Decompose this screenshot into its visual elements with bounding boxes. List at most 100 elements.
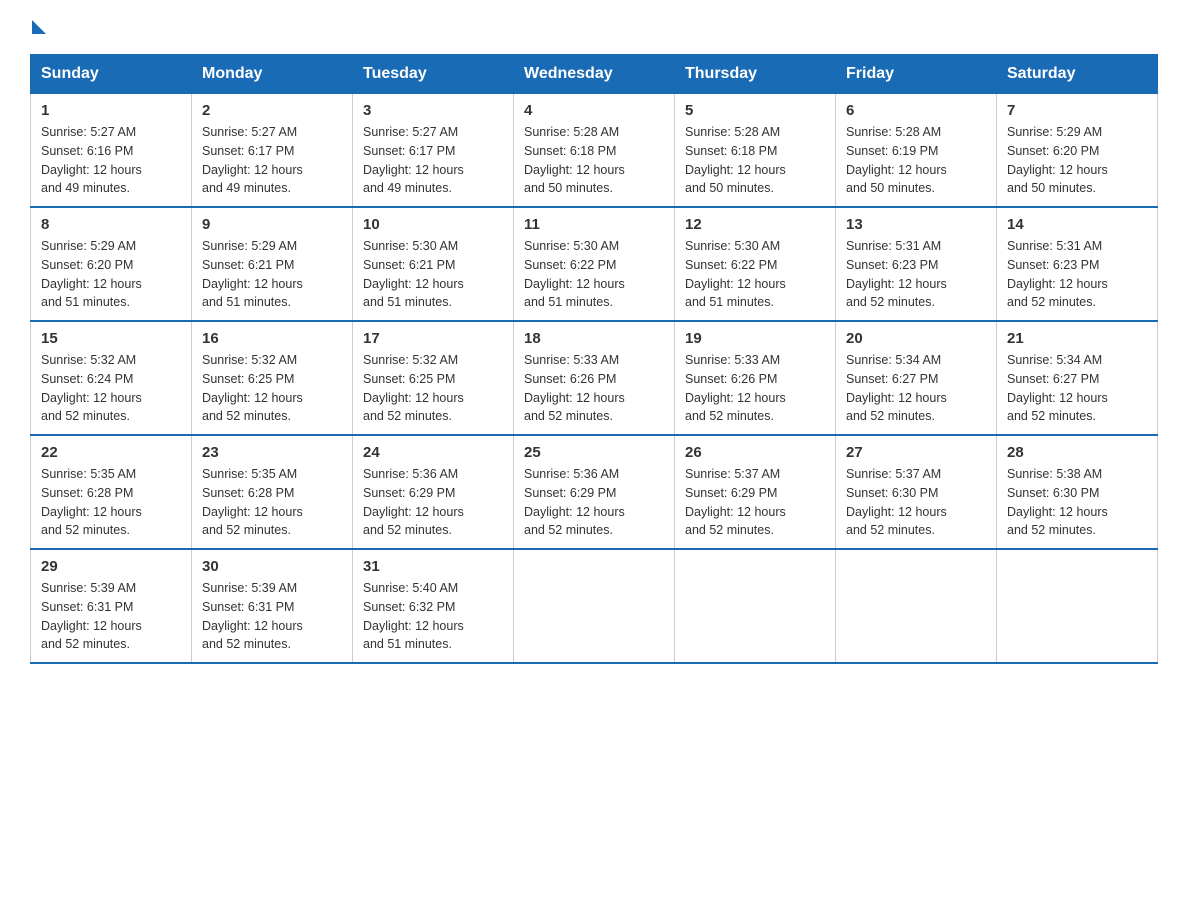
calendar-cell: 19 Sunrise: 5:33 AMSunset: 6:26 PMDaylig… [675, 321, 836, 435]
day-info: Sunrise: 5:29 AMSunset: 6:20 PMDaylight:… [1007, 125, 1108, 195]
day-info: Sunrise: 5:32 AMSunset: 6:25 PMDaylight:… [202, 353, 303, 423]
day-number: 17 [363, 330, 503, 347]
day-number: 2 [202, 102, 342, 119]
day-header-wednesday: Wednesday [514, 55, 675, 94]
calendar-cell: 11 Sunrise: 5:30 AMSunset: 6:22 PMDaylig… [514, 207, 675, 321]
calendar-cell: 31 Sunrise: 5:40 AMSunset: 6:32 PMDaylig… [353, 549, 514, 663]
day-number: 25 [524, 444, 664, 461]
day-number: 6 [846, 102, 986, 119]
calendar-cell: 12 Sunrise: 5:30 AMSunset: 6:22 PMDaylig… [675, 207, 836, 321]
day-info: Sunrise: 5:29 AMSunset: 6:21 PMDaylight:… [202, 239, 303, 309]
day-number: 15 [41, 330, 181, 347]
day-info: Sunrise: 5:29 AMSunset: 6:20 PMDaylight:… [41, 239, 142, 309]
day-info: Sunrise: 5:39 AMSunset: 6:31 PMDaylight:… [41, 581, 142, 651]
day-number: 23 [202, 444, 342, 461]
calendar-week-row: 8 Sunrise: 5:29 AMSunset: 6:20 PMDayligh… [31, 207, 1158, 321]
day-info: Sunrise: 5:28 AMSunset: 6:19 PMDaylight:… [846, 125, 947, 195]
day-number: 30 [202, 558, 342, 575]
calendar-cell: 13 Sunrise: 5:31 AMSunset: 6:23 PMDaylig… [836, 207, 997, 321]
day-number: 26 [685, 444, 825, 461]
calendar-cell: 5 Sunrise: 5:28 AMSunset: 6:18 PMDayligh… [675, 94, 836, 208]
day-info: Sunrise: 5:37 AMSunset: 6:29 PMDaylight:… [685, 467, 786, 537]
day-info: Sunrise: 5:32 AMSunset: 6:24 PMDaylight:… [41, 353, 142, 423]
day-number: 13 [846, 216, 986, 233]
calendar-cell: 14 Sunrise: 5:31 AMSunset: 6:23 PMDaylig… [997, 207, 1158, 321]
day-number: 27 [846, 444, 986, 461]
day-number: 28 [1007, 444, 1147, 461]
day-info: Sunrise: 5:28 AMSunset: 6:18 PMDaylight:… [685, 125, 786, 195]
day-number: 24 [363, 444, 503, 461]
day-info: Sunrise: 5:33 AMSunset: 6:26 PMDaylight:… [685, 353, 786, 423]
day-info: Sunrise: 5:36 AMSunset: 6:29 PMDaylight:… [363, 467, 464, 537]
calendar-cell: 23 Sunrise: 5:35 AMSunset: 6:28 PMDaylig… [192, 435, 353, 549]
day-info: Sunrise: 5:31 AMSunset: 6:23 PMDaylight:… [846, 239, 947, 309]
day-number: 11 [524, 216, 664, 233]
page-header [30, 20, 1158, 34]
calendar-cell: 2 Sunrise: 5:27 AMSunset: 6:17 PMDayligh… [192, 94, 353, 208]
day-info: Sunrise: 5:30 AMSunset: 6:21 PMDaylight:… [363, 239, 464, 309]
logo [30, 20, 48, 34]
day-number: 22 [41, 444, 181, 461]
calendar-cell [675, 549, 836, 663]
calendar-cell: 6 Sunrise: 5:28 AMSunset: 6:19 PMDayligh… [836, 94, 997, 208]
day-number: 12 [685, 216, 825, 233]
calendar-cell: 27 Sunrise: 5:37 AMSunset: 6:30 PMDaylig… [836, 435, 997, 549]
day-info: Sunrise: 5:27 AMSunset: 6:16 PMDaylight:… [41, 125, 142, 195]
calendar-week-row: 1 Sunrise: 5:27 AMSunset: 6:16 PMDayligh… [31, 94, 1158, 208]
day-header-friday: Friday [836, 55, 997, 94]
day-number: 5 [685, 102, 825, 119]
calendar-cell: 20 Sunrise: 5:34 AMSunset: 6:27 PMDaylig… [836, 321, 997, 435]
day-info: Sunrise: 5:27 AMSunset: 6:17 PMDaylight:… [202, 125, 303, 195]
day-number: 18 [524, 330, 664, 347]
day-number: 4 [524, 102, 664, 119]
day-header-monday: Monday [192, 55, 353, 94]
day-info: Sunrise: 5:34 AMSunset: 6:27 PMDaylight:… [1007, 353, 1108, 423]
day-info: Sunrise: 5:32 AMSunset: 6:25 PMDaylight:… [363, 353, 464, 423]
day-number: 31 [363, 558, 503, 575]
day-number: 9 [202, 216, 342, 233]
calendar-cell: 25 Sunrise: 5:36 AMSunset: 6:29 PMDaylig… [514, 435, 675, 549]
calendar-cell: 21 Sunrise: 5:34 AMSunset: 6:27 PMDaylig… [997, 321, 1158, 435]
calendar-cell: 24 Sunrise: 5:36 AMSunset: 6:29 PMDaylig… [353, 435, 514, 549]
day-header-sunday: Sunday [31, 55, 192, 94]
day-header-tuesday: Tuesday [353, 55, 514, 94]
calendar-cell [514, 549, 675, 663]
calendar-week-row: 22 Sunrise: 5:35 AMSunset: 6:28 PMDaylig… [31, 435, 1158, 549]
day-number: 10 [363, 216, 503, 233]
calendar-header-row: SundayMondayTuesdayWednesdayThursdayFrid… [31, 55, 1158, 94]
day-info: Sunrise: 5:39 AMSunset: 6:31 PMDaylight:… [202, 581, 303, 651]
logo-triangle-icon [32, 20, 46, 34]
calendar-cell: 30 Sunrise: 5:39 AMSunset: 6:31 PMDaylig… [192, 549, 353, 663]
day-number: 3 [363, 102, 503, 119]
day-number: 21 [1007, 330, 1147, 347]
day-info: Sunrise: 5:30 AMSunset: 6:22 PMDaylight:… [524, 239, 625, 309]
day-info: Sunrise: 5:40 AMSunset: 6:32 PMDaylight:… [363, 581, 464, 651]
day-number: 29 [41, 558, 181, 575]
day-header-saturday: Saturday [997, 55, 1158, 94]
calendar-cell: 9 Sunrise: 5:29 AMSunset: 6:21 PMDayligh… [192, 207, 353, 321]
day-number: 19 [685, 330, 825, 347]
day-info: Sunrise: 5:38 AMSunset: 6:30 PMDaylight:… [1007, 467, 1108, 537]
calendar-cell: 3 Sunrise: 5:27 AMSunset: 6:17 PMDayligh… [353, 94, 514, 208]
day-info: Sunrise: 5:31 AMSunset: 6:23 PMDaylight:… [1007, 239, 1108, 309]
day-header-thursday: Thursday [675, 55, 836, 94]
calendar-cell: 18 Sunrise: 5:33 AMSunset: 6:26 PMDaylig… [514, 321, 675, 435]
day-info: Sunrise: 5:34 AMSunset: 6:27 PMDaylight:… [846, 353, 947, 423]
day-info: Sunrise: 5:33 AMSunset: 6:26 PMDaylight:… [524, 353, 625, 423]
calendar-cell: 8 Sunrise: 5:29 AMSunset: 6:20 PMDayligh… [31, 207, 192, 321]
day-number: 7 [1007, 102, 1147, 119]
calendar-cell: 26 Sunrise: 5:37 AMSunset: 6:29 PMDaylig… [675, 435, 836, 549]
calendar-cell: 28 Sunrise: 5:38 AMSunset: 6:30 PMDaylig… [997, 435, 1158, 549]
day-number: 20 [846, 330, 986, 347]
calendar-cell [997, 549, 1158, 663]
day-info: Sunrise: 5:35 AMSunset: 6:28 PMDaylight:… [202, 467, 303, 537]
calendar-cell: 10 Sunrise: 5:30 AMSunset: 6:21 PMDaylig… [353, 207, 514, 321]
calendar-cell: 7 Sunrise: 5:29 AMSunset: 6:20 PMDayligh… [997, 94, 1158, 208]
calendar-cell: 29 Sunrise: 5:39 AMSunset: 6:31 PMDaylig… [31, 549, 192, 663]
calendar-cell: 22 Sunrise: 5:35 AMSunset: 6:28 PMDaylig… [31, 435, 192, 549]
calendar-table: SundayMondayTuesdayWednesdayThursdayFrid… [30, 54, 1158, 664]
day-info: Sunrise: 5:28 AMSunset: 6:18 PMDaylight:… [524, 125, 625, 195]
calendar-cell: 4 Sunrise: 5:28 AMSunset: 6:18 PMDayligh… [514, 94, 675, 208]
day-number: 14 [1007, 216, 1147, 233]
calendar-cell: 16 Sunrise: 5:32 AMSunset: 6:25 PMDaylig… [192, 321, 353, 435]
